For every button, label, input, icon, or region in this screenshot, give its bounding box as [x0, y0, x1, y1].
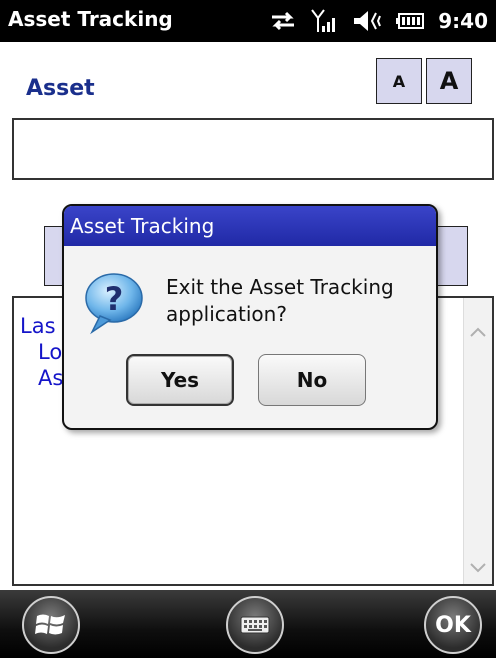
exit-dialog: Asset Tracking ? Exit the Asset Tracking… — [62, 204, 438, 430]
list-item: As — [38, 366, 64, 390]
bottom-bar: OK — [0, 590, 496, 658]
battery-icon[interactable] — [394, 8, 426, 34]
dialog-message: Exit the Asset Tracking application? — [166, 275, 394, 326]
scroll-down-icon[interactable] — [464, 552, 492, 584]
keyboard-button[interactable] — [226, 596, 284, 654]
scroll-up-icon[interactable] — [464, 316, 492, 348]
volume-icon[interactable] — [352, 8, 382, 34]
sync-arrows-icon[interactable] — [268, 8, 298, 34]
list-item: Las — [20, 314, 56, 338]
asset-input[interactable] — [12, 118, 494, 180]
ok-button[interactable]: OK — [424, 596, 482, 654]
svg-text:?: ? — [105, 280, 124, 318]
font-large-button[interactable]: A — [426, 58, 472, 104]
status-icons: 9:40 — [268, 6, 488, 36]
scrollbar[interactable] — [463, 298, 492, 584]
font-small-button[interactable]: A — [376, 58, 422, 104]
page-title: Asset — [26, 76, 95, 101]
no-button[interactable]: No — [258, 354, 366, 406]
clock[interactable]: 9:40 — [438, 9, 488, 33]
question-icon: ? — [85, 273, 143, 335]
yes-button[interactable]: Yes — [126, 354, 234, 406]
list-item: Lo — [38, 340, 63, 364]
signal-strength-icon[interactable] — [310, 8, 340, 34]
dialog-title: Asset Tracking — [64, 206, 436, 246]
keyboard-icon — [240, 616, 270, 634]
status-bar: Asset Tracking 9:40 — [0, 0, 496, 42]
status-bar-title: Asset Tracking — [8, 7, 173, 31]
windows-start-icon — [35, 614, 65, 635]
windows-start-button[interactable] — [22, 596, 80, 654]
ok-label: OK — [435, 612, 471, 638]
